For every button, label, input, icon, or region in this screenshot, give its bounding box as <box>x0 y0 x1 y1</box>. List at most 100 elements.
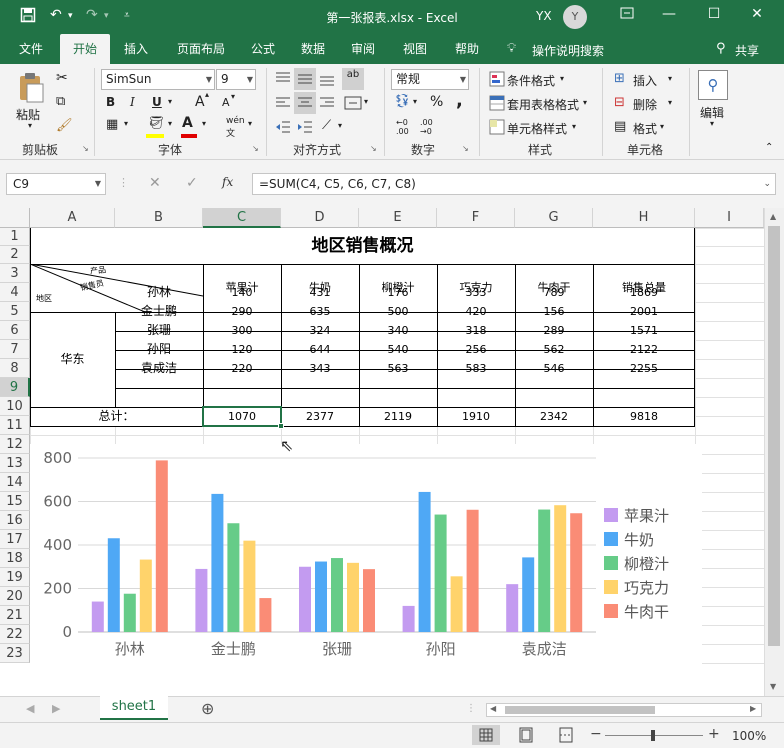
currency-icon[interactable]: 💱︎ <box>394 94 411 109</box>
row-header-23[interactable]: 23 <box>0 644 30 663</box>
expand-formula-icon[interactable]: ⌄ <box>763 174 771 194</box>
tell-me-search[interactable]: 操作说明搜索 <box>532 42 604 59</box>
horizontal-scrollbar[interactable]: ◀ ▶ <box>486 703 762 717</box>
cut-icon[interactable]: ✂ <box>56 70 68 86</box>
sheet-tab-sheet1[interactable]: sheet1 <box>100 696 168 720</box>
data-cell[interactable]: 431 <box>281 283 359 302</box>
data-cell[interactable]: 1869 <box>593 283 695 302</box>
share-icon[interactable]: ⚲ <box>716 41 726 56</box>
next-sheet-icon[interactable]: ▶ <box>52 702 60 715</box>
merge-dropdown-icon[interactable]: ▾ <box>364 97 368 106</box>
tab-page-layout[interactable]: 页面布局 <box>166 34 236 64</box>
conditional-format-icon[interactable] <box>489 71 505 90</box>
bold-button[interactable]: B <box>106 95 115 109</box>
scroll-thumb[interactable] <box>505 706 655 714</box>
orientation-dropdown-icon[interactable]: ▾ <box>338 121 342 130</box>
increase-decimal-icon[interactable]: ←0.00 <box>396 118 409 136</box>
row-header-19[interactable]: 19 <box>0 568 30 587</box>
column-header-h[interactable]: H <box>593 208 695 228</box>
underline-dropdown-icon[interactable]: ▾ <box>168 97 172 106</box>
search-icon[interactable]: ⚲ <box>698 70 728 100</box>
cell-styles-icon[interactable] <box>489 119 505 138</box>
data-cell[interactable]: 176 <box>359 283 437 302</box>
insert-cells-button[interactable]: 插入 <box>633 72 657 89</box>
tab-help[interactable]: 帮助 <box>446 34 488 64</box>
wrap-text-button[interactable]: ab <box>342 68 364 90</box>
zoom-level[interactable]: 100% <box>732 729 766 743</box>
page-layout-view-icon[interactable] <box>514 725 538 745</box>
tab-file[interactable]: 文件 <box>8 34 54 64</box>
row-header-17[interactable]: 17 <box>0 530 30 549</box>
zoom-out-icon[interactable]: − <box>590 726 602 742</box>
font-name-dropdown[interactable]: SimSun ▼ <box>101 69 215 90</box>
chevron-down-icon[interactable]: ▼ <box>95 174 101 194</box>
italic-button[interactable]: I <box>130 95 135 109</box>
page-break-view-icon[interactable] <box>554 725 578 745</box>
row-header-1[interactable]: 1 <box>0 228 30 246</box>
align-right-icon[interactable] <box>318 94 336 115</box>
font-size-dropdown[interactable]: 9 ▼ <box>216 69 256 90</box>
close-icon[interactable]: ✕ <box>742 6 772 22</box>
orientation-icon[interactable]: ⟋ <box>322 118 331 133</box>
tab-review[interactable]: 审阅 <box>342 34 384 64</box>
fill-color-icon[interactable]: 🪣︎ <box>148 116 165 131</box>
chart[interactable]: 0 200 400 600 800 孙林 金士鹏 张珊 孙阳 袁成洁 苹果汁牛奶柳橙汁巧克力牛肉干 <box>30 444 702 668</box>
font-color-button[interactable]: A <box>182 115 193 131</box>
tab-view[interactable]: 视图 <box>394 34 436 64</box>
clipboard-launcher-icon[interactable]: ↘ <box>82 144 89 153</box>
total-cell[interactable]: 2342 <box>515 407 593 426</box>
borders-icon[interactable]: ▦ <box>106 117 118 132</box>
row-header-20[interactable]: 20 <box>0 587 30 606</box>
row-header-9[interactable]: 9 <box>0 378 30 397</box>
row-header-11[interactable]: 11 <box>0 416 30 435</box>
scroll-down-icon[interactable]: ▼ <box>770 682 776 691</box>
column-header-c[interactable]: C <box>203 208 281 228</box>
row-header-8[interactable]: 8 <box>0 359 30 378</box>
name-box[interactable]: C9 ▼ <box>6 173 106 195</box>
row-header-13[interactable]: 13 <box>0 454 30 473</box>
total-cell[interactable]: 2377 <box>281 407 359 426</box>
align-center-icon[interactable] <box>294 92 316 114</box>
row-header-12[interactable]: 12 <box>0 435 30 454</box>
decrease-decimal-icon[interactable]: .00 →0 <box>420 118 433 136</box>
delete-cells-button[interactable]: 删除 <box>633 96 657 113</box>
normal-view-icon[interactable] <box>472 725 500 745</box>
vertical-scrollbar[interactable]: ▲ ▼ <box>764 208 784 696</box>
insert-cells-icon[interactable]: ⊞ <box>614 71 625 86</box>
format-painter-icon[interactable]: 🖌︎ <box>56 118 73 133</box>
paste-dropdown-icon[interactable]: ▾ <box>28 121 32 130</box>
insert-dropdown-icon[interactable]: ▾ <box>668 74 672 83</box>
currency-dropdown-icon[interactable]: ▾ <box>413 97 417 106</box>
tab-insert[interactable]: 插入 <box>114 34 158 64</box>
align-middle-icon[interactable] <box>294 68 316 90</box>
row-header-6[interactable]: 6 <box>0 321 30 340</box>
row-header-18[interactable]: 18 <box>0 549 30 568</box>
shrink-font-button[interactable]: A <box>222 96 230 109</box>
number-format-dropdown[interactable]: 常规 ▼ <box>391 69 469 90</box>
formula-input[interactable]: =SUM(C4, C5, C6, C7, C8) ⌄ <box>252 173 776 195</box>
row-header-14[interactable]: 14 <box>0 473 30 492</box>
total-cell[interactable]: 9818 <box>593 407 695 426</box>
align-top-icon[interactable] <box>274 70 292 91</box>
row-header-22[interactable]: 22 <box>0 625 30 644</box>
scroll-thumb[interactable] <box>768 226 780 646</box>
format-table-button[interactable]: 套用表格格式 <box>507 96 579 113</box>
editing-dropdown-icon[interactable]: ▾ <box>710 119 714 128</box>
data-cell[interactable]: 333 <box>437 283 515 302</box>
column-header-d[interactable]: D <box>281 208 359 228</box>
cell-styles-button[interactable]: 单元格样式 <box>507 120 567 137</box>
select-all-corner[interactable] <box>0 208 30 228</box>
column-header-e[interactable]: E <box>359 208 437 228</box>
region-cell[interactable]: 华东 <box>30 312 115 407</box>
font-launcher-icon[interactable]: ↘ <box>252 144 259 153</box>
merge-center-icon[interactable] <box>344 94 362 115</box>
underline-button[interactable]: U <box>152 95 162 109</box>
minimize-icon[interactable]: — <box>654 6 684 22</box>
enter-icon[interactable]: ✓ <box>186 175 198 191</box>
conditional-dropdown-icon[interactable]: ▾ <box>560 74 564 83</box>
delete-cells-icon[interactable]: ⊟ <box>614 95 625 110</box>
row-header-15[interactable]: 15 <box>0 492 30 511</box>
paste-icon[interactable] <box>17 72 45 103</box>
avatar[interactable]: Y <box>563 5 587 29</box>
format-table-dropdown-icon[interactable]: ▾ <box>583 98 587 107</box>
